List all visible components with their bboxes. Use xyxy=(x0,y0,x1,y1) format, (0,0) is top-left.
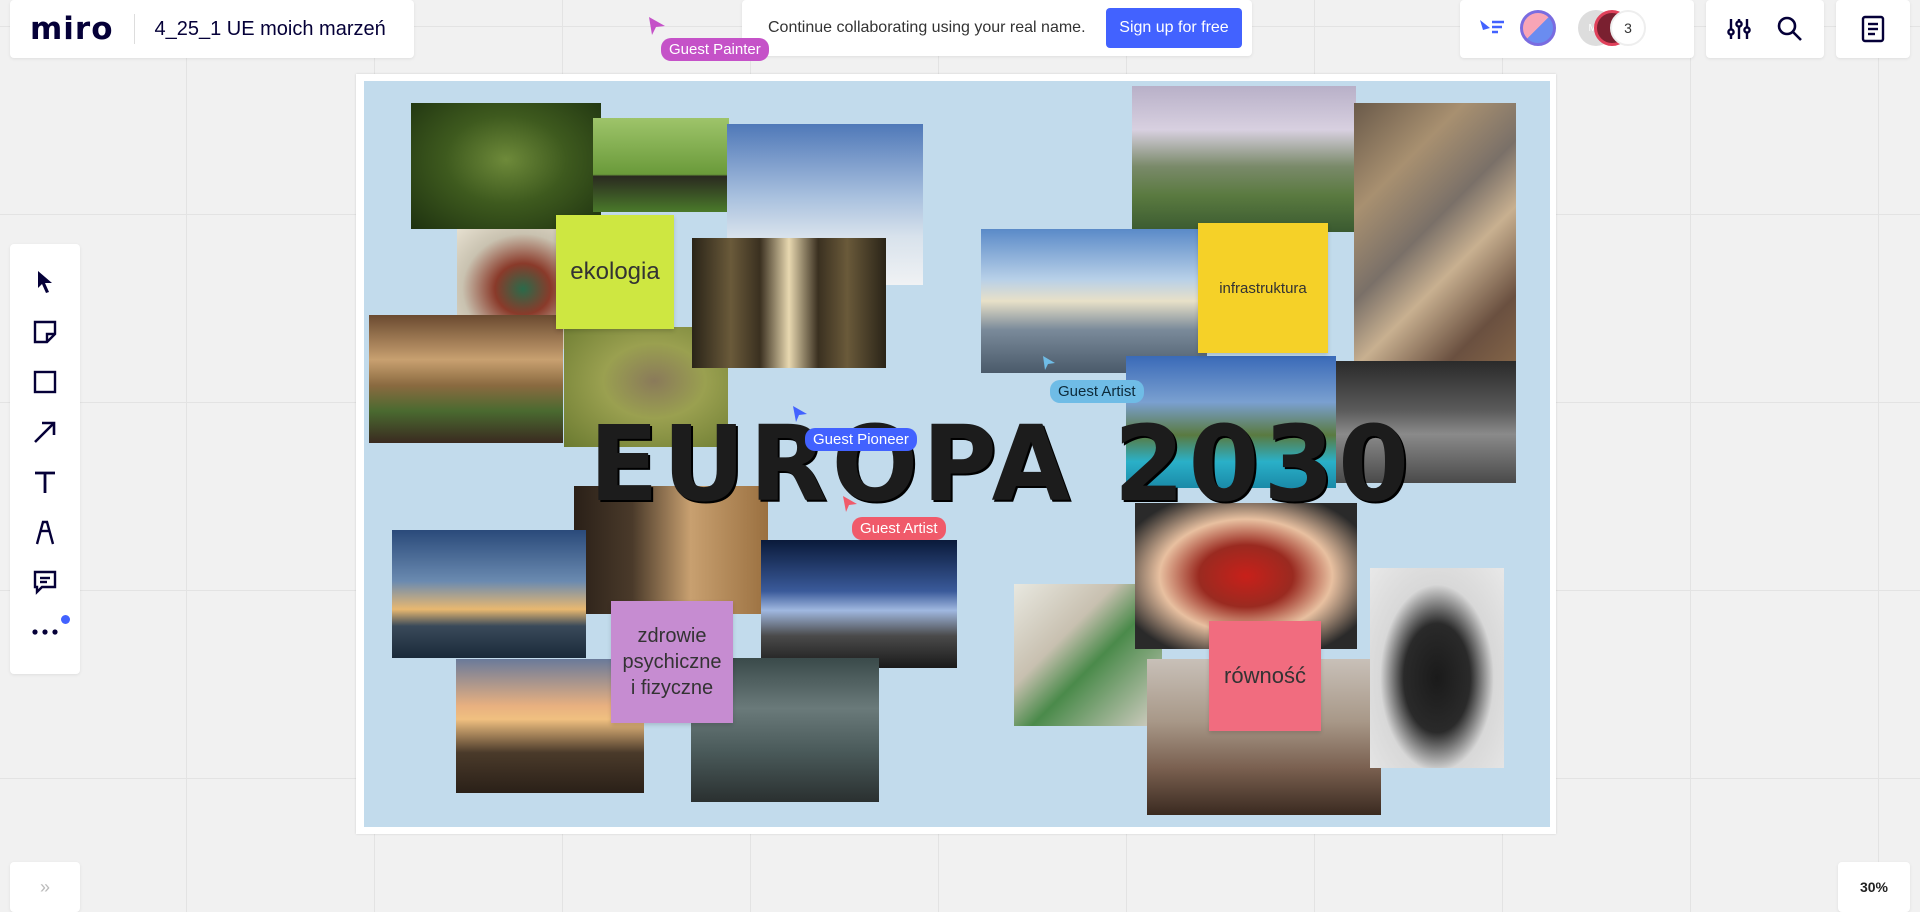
banner-text: Continue collaborating using your real n… xyxy=(768,19,1086,36)
connection-arrow-icon[interactable] xyxy=(29,416,61,448)
cursor-icon xyxy=(1042,355,1056,376)
collaborators-count[interactable]: 3 xyxy=(1610,10,1646,46)
own-avatar[interactable] xyxy=(1520,10,1556,46)
text-tool-icon[interactable] xyxy=(29,466,61,498)
settings-sliders-icon[interactable] xyxy=(1726,16,1752,47)
sticky-note-zdrowie[interactable]: zdrowie psychiczne i fizyczne xyxy=(611,601,733,723)
divider xyxy=(133,14,135,44)
notification-dot xyxy=(61,615,70,624)
photo-yoga-sunset[interactable] xyxy=(392,530,586,658)
board-headline[interactable]: EUROPA 2030 xyxy=(589,403,1413,525)
expand-panel-button[interactable]: » xyxy=(10,862,80,912)
more-tools-icon[interactable] xyxy=(29,616,61,648)
photo-forest-tree[interactable] xyxy=(411,103,601,229)
sticky-note-icon[interactable] xyxy=(29,316,61,348)
photo-hooded-teen[interactable] xyxy=(1370,568,1504,768)
board-canvas[interactable]: ekologia infrastruktura zdrowie psychicz… xyxy=(364,81,1550,827)
cursor-tag-guest-painter: Guest Painter xyxy=(661,38,769,61)
notes-icon[interactable] xyxy=(1861,15,1885,48)
sticky-note-ekologia[interactable]: ekologia xyxy=(556,215,674,329)
signup-banner: Continue collaborating using your real n… xyxy=(742,0,1252,56)
reactions-icon[interactable] xyxy=(1478,18,1506,45)
cursor-icon xyxy=(648,16,666,41)
left-toolbar xyxy=(10,244,80,674)
photo-bird-on-rail[interactable] xyxy=(593,118,729,212)
brand-panel: miro 4_25_1 UE moich marzeń xyxy=(10,0,414,58)
miro-logo[interactable]: miro xyxy=(30,11,114,47)
board-title[interactable]: 4_25_1 UE moich marzeń xyxy=(155,18,386,41)
tools-right-panel xyxy=(1706,0,1824,58)
select-cursor-icon[interactable] xyxy=(29,266,61,298)
zoom-level[interactable]: 30% xyxy=(1838,862,1910,912)
photo-market-hall[interactable] xyxy=(369,315,563,443)
sticky-note-rownosc[interactable]: równość xyxy=(1209,621,1321,731)
search-icon[interactable] xyxy=(1776,15,1804,48)
sticky-note-infrastruktura[interactable]: infrastruktura xyxy=(1198,223,1328,353)
sign-up-button[interactable]: Sign up for free xyxy=(1106,8,1242,48)
cursor-tag-guest-artist-blue: Guest Artist xyxy=(1050,380,1144,403)
notes-panel xyxy=(1836,0,1910,58)
comment-icon[interactable] xyxy=(29,566,61,598)
cursor-icon xyxy=(792,405,808,428)
cursor-tag-guest-artist-red: Guest Artist xyxy=(852,517,946,540)
photo-city-park-river[interactable] xyxy=(1132,86,1356,232)
chevrons-right-icon: » xyxy=(39,876,50,897)
cursor-icon xyxy=(842,495,858,518)
photo-winter-forest-path[interactable] xyxy=(692,238,886,368)
photo-highway-interchange[interactable] xyxy=(1354,103,1516,383)
pen-tool-icon[interactable] xyxy=(29,516,61,548)
photo-mountain-summit-night[interactable] xyxy=(761,540,957,668)
photo-warsaw-skyline[interactable] xyxy=(981,229,1207,373)
collaborators-panel: MK 3 xyxy=(1460,0,1694,58)
cursor-tag-guest-pioneer: Guest Pioneer xyxy=(805,428,917,451)
shape-rectangle-icon[interactable] xyxy=(29,366,61,398)
